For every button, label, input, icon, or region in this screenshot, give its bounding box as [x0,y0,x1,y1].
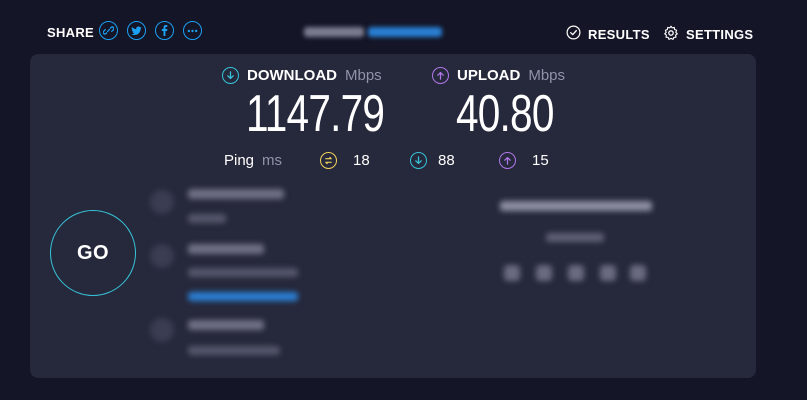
settings-button[interactable]: SETTINGS [663,25,753,44]
gear-icon [663,25,679,44]
redacted-server2-icon [150,318,174,342]
upload-header: UPLOAD Mbps [432,67,565,84]
upload-latency-icon [499,152,516,169]
ping-upload-value: 15 [532,152,549,169]
download-header: DOWNLOAD Mbps [222,67,382,84]
ping-idle-value: 18 [353,152,370,169]
ping-unit: ms [262,152,283,169]
upload-label: UPLOAD [457,67,521,84]
download-speed-value: 1147.79 [246,85,385,143]
facebook-icon[interactable] [155,21,174,40]
upload-arrow-icon [432,67,449,84]
redacted-server-icon [150,244,174,268]
ping-label: Ping [224,152,255,169]
redacted-rating-row [504,265,650,283]
redacted-server-name [188,244,264,254]
link-icon[interactable] [99,21,118,40]
ping-download-value: 88 [438,152,455,169]
results-button[interactable]: RESULTS [566,25,650,43]
upload-unit: Mbps [528,67,566,84]
redacted-server2-location [188,346,280,355]
redacted-server2-name [188,320,264,330]
ping-label-group: Ping ms [224,152,282,169]
ping-upload: 15 [499,152,549,169]
redacted-isp-name [188,189,284,199]
redacted-link [368,27,442,37]
redacted-isp-icon [150,190,174,214]
redacted-title [304,27,364,37]
ping-idle: 18 [320,152,370,169]
download-label: DOWNLOAD [247,67,337,84]
results-panel [30,54,756,378]
settings-label: SETTINGS [686,27,754,42]
more-icon[interactable] [183,21,202,40]
top-bar: SHARE RESULTS SETTINGS [0,0,807,54]
check-circle-icon [566,25,581,43]
share-label: SHARE [47,25,95,40]
upload-speed-value: 40.80 [456,85,554,143]
redacted-isp-ip [188,214,226,223]
go-button[interactable]: GO [50,210,136,296]
results-label: RESULTS [588,26,650,42]
redacted-result-text [500,201,652,211]
download-latency-icon [410,152,427,169]
download-unit: Mbps [345,67,382,84]
redacted-change-server-link [188,292,298,301]
download-arrow-icon [222,67,239,84]
ping-download: 88 [410,152,455,169]
twitter-icon[interactable] [127,21,146,40]
redacted-server-location [188,268,298,277]
redacted-result-subtext [546,233,604,242]
idle-latency-icon [320,152,337,169]
